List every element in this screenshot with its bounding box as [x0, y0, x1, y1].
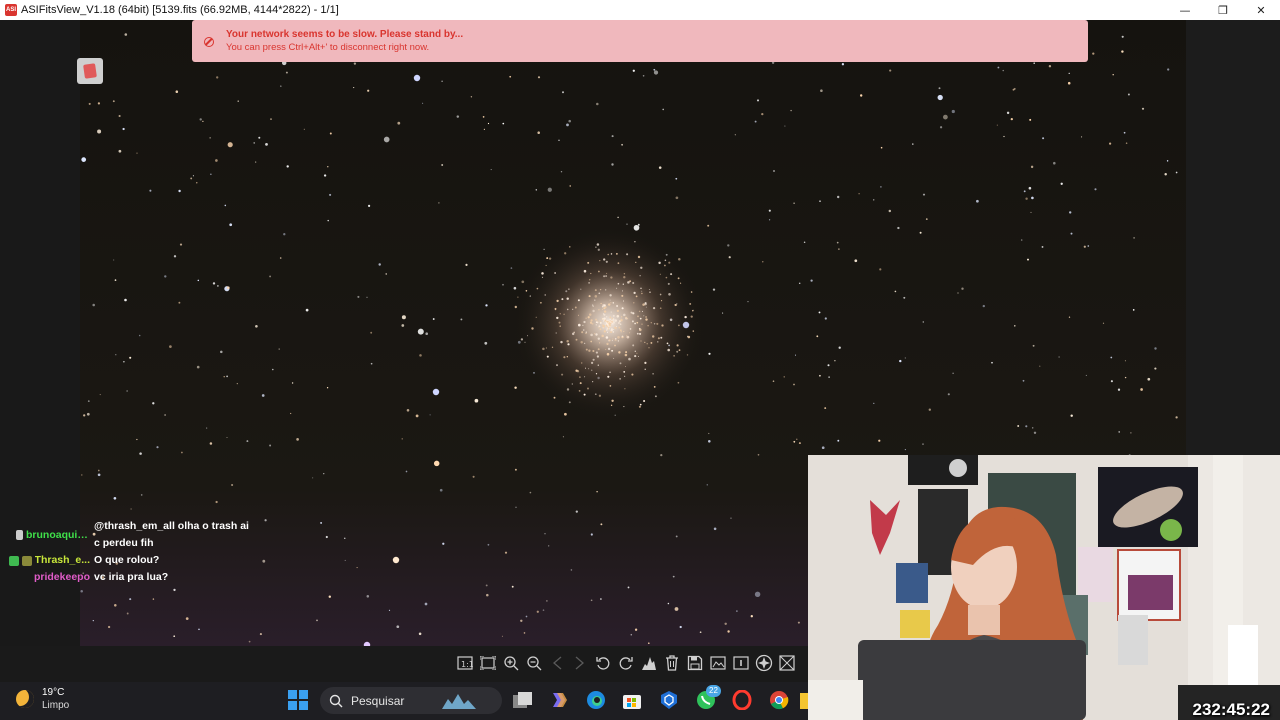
- moderator-badge-icon: [8, 555, 19, 566]
- subscriber-badge-icon: [21, 555, 32, 566]
- chat-text: O que rolou?: [94, 554, 160, 566]
- weather-condition: Limpo: [42, 700, 70, 711]
- viewer-toolbar: 1:1: [454, 650, 797, 676]
- info-icon[interactable]: [730, 652, 751, 674]
- histogram-icon[interactable]: [638, 652, 659, 674]
- chat-username[interactable]: Thrash_e...: [35, 552, 90, 569]
- stream-chat: brunoaquite... @thrash_em_all olha o tra…: [0, 518, 270, 586]
- weather-widget[interactable]: 19°C Limpo: [16, 686, 69, 712]
- defender-icon[interactable]: [657, 688, 681, 712]
- copilot-icon[interactable]: [547, 688, 571, 712]
- opera-icon[interactable]: [730, 688, 754, 712]
- chat-username[interactable]: brunoaquite...: [26, 527, 90, 544]
- previous-icon[interactable]: [546, 652, 567, 674]
- svg-text:1:1: 1:1: [461, 660, 473, 669]
- right-panel: [1186, 20, 1280, 455]
- task-view-icon[interactable]: [511, 688, 535, 712]
- window-titlebar: ASI ASIFitsView_V1.18 (64bit) [5139.fits…: [0, 0, 1280, 20]
- zoom-in-icon[interactable]: [500, 652, 521, 674]
- notification-badge: 22: [706, 685, 721, 697]
- chat-message: brunoaquite... @thrash_em_all olha o tra…: [0, 518, 270, 552]
- weather-temperature: 19°C: [42, 687, 65, 698]
- taskbar-search-box[interactable]: Pesquisar: [320, 687, 502, 714]
- window-title: ASIFitsView_V1.18 (64bit) [5139.fits (66…: [21, 4, 339, 16]
- annotate-icon[interactable]: [753, 652, 774, 674]
- delete-icon[interactable]: [661, 652, 682, 674]
- store-icon[interactable]: [620, 688, 644, 712]
- rotate-left-icon[interactable]: [592, 652, 613, 674]
- asifitsview-app-icon: ASI: [5, 4, 17, 16]
- actual-size-icon[interactable]: [477, 652, 498, 674]
- chat-message: Thrash_e... O que rolou?: [0, 552, 270, 569]
- search-highlight-icon: [442, 693, 477, 709]
- zoom-out-icon[interactable]: [523, 652, 544, 674]
- stream-timer: 232:45:22: [1192, 700, 1270, 719]
- banner-title: Your network seems to be slow. Please st…: [226, 29, 464, 40]
- edge-icon[interactable]: [584, 688, 608, 712]
- webcam-overlay: 232:45:22: [808, 455, 1280, 720]
- moon-icon: [16, 690, 34, 708]
- chat-text: vc iria pra lua?: [94, 571, 169, 583]
- image-icon[interactable]: [707, 652, 728, 674]
- minimize-button[interactable]: —: [1166, 0, 1204, 20]
- banner-subtitle: You can press Ctrl+Alt+' to disconnect r…: [226, 42, 430, 53]
- rotate-right-icon[interactable]: [615, 652, 636, 674]
- overlay-app-icon[interactable]: [77, 58, 103, 84]
- save-icon[interactable]: [684, 652, 705, 674]
- search-icon: [329, 694, 343, 707]
- error-icon: [204, 37, 214, 47]
- search-placeholder: Pesquisar: [351, 693, 405, 708]
- windows-start-icon[interactable]: [286, 688, 310, 712]
- chat-badge-icon: [16, 530, 23, 540]
- chat-message: pridekeepo vc iria pra lua?: [0, 569, 270, 586]
- maximize-button[interactable]: ❐: [1204, 0, 1242, 20]
- network-warning-banner: Your network seems to be slow. Please st…: [192, 20, 1088, 62]
- webcam-scene: [808, 455, 1280, 720]
- folder-icon[interactable]: [800, 688, 808, 712]
- chat-username[interactable]: pridekeepo: [34, 569, 90, 586]
- chat-text: @thrash_em_all olha o trash ai c perdeu …: [94, 520, 249, 549]
- close-button[interactable]: ✕: [1242, 0, 1280, 20]
- next-icon[interactable]: [569, 652, 590, 674]
- crosshair-icon[interactable]: [776, 652, 797, 674]
- chrome-icon[interactable]: [767, 688, 791, 712]
- fit-icon[interactable]: 1:1: [454, 652, 475, 674]
